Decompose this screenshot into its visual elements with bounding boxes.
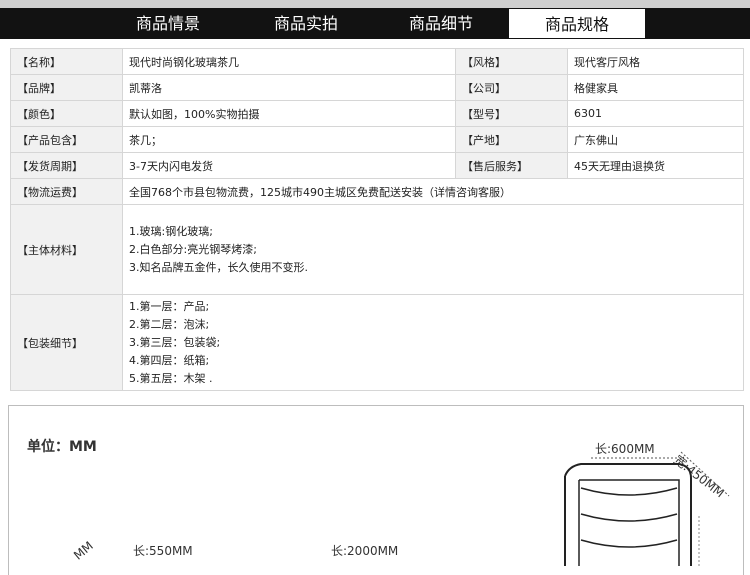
spec-value: 3-7天内闪电发货 (122, 152, 456, 179)
table-row: 【物流运费】 全国768个市县包物流费，125城市490主城区免费配送安装（详情… (10, 178, 744, 205)
spec-value: 凯蒂洛 (122, 74, 456, 101)
spec-key: 【产地】 (455, 126, 568, 153)
list-item: 3.第三层：包装袋; (129, 335, 221, 349)
list-item: 1.第一层：产品; (129, 299, 210, 313)
tab-photos[interactable]: 商品实拍 (256, 8, 356, 39)
spec-key: 【物流运费】 (10, 178, 123, 205)
list-item: 2.第二层：泡沫; (129, 317, 210, 331)
list-item: 4.第四层：纸箱; (129, 353, 210, 367)
spec-value: 现代客厅风格 (567, 48, 744, 75)
tab-bar: 商品情景 商品实拍 商品细节 商品规格 (0, 8, 750, 39)
list-item: 3.知名品牌五金件，长久使用不变形. (129, 260, 308, 274)
table-row: 【产品包含】 茶几； 【产地】 广东佛山 (10, 126, 744, 153)
spec-value: 茶几； (122, 126, 456, 153)
spec-key: 【发货周期】 (10, 152, 123, 179)
furniture-drawing (564, 451, 730, 566)
tab-specs[interactable]: 商品规格 (508, 8, 646, 39)
top-strip (0, 0, 750, 8)
spec-value: 广东佛山 (567, 126, 744, 153)
spec-key: 【公司】 (455, 74, 568, 101)
drawer-line (580, 539, 678, 548)
spec-value: 45天无理由退换货 (567, 152, 744, 179)
tab-details[interactable]: 商品细节 (391, 8, 491, 39)
table-row: 【品牌】 凯蒂洛 【公司】 格健家具 (10, 74, 744, 101)
table-row: 【名称】 现代时尚钢化玻璃茶几 【风格】 现代客厅风格 (10, 48, 744, 75)
spec-value: 全国768个市县包物流费，125城市490主城区免费配送安装（详情咨询客服） (122, 178, 744, 205)
spec-value: 现代时尚钢化玻璃茶几 (122, 48, 456, 75)
drawer-line (580, 513, 678, 522)
spec-key: 【颜色】 (10, 100, 123, 127)
cabinet-inner (579, 479, 680, 566)
list-item: 5.第五层：木架 . (129, 371, 213, 385)
list-item: 1.玻璃:钢化玻璃; (129, 224, 213, 238)
spec-key: 【风格】 (455, 48, 568, 75)
list-item: 2.白色部分:亮光钢琴烤漆; (129, 242, 257, 256)
table-row: 【包装细节】 1.第一层：产品; 2.第二层：泡沫; 3.第三层：包装袋; 4.… (10, 294, 744, 391)
spec-key: 【主体材料】 (10, 204, 123, 295)
table-row: 【发货周期】 3-7天内闪电发货 【售后服务】 45天无理由退换货 (10, 152, 744, 179)
spec-key: 【型号】 (455, 100, 568, 127)
spec-value: 6301 (567, 100, 744, 127)
table-row: 【主体材料】 1.玻璃:钢化玻璃; 2.白色部分:亮光钢琴烤漆; 3.知名品牌五… (10, 204, 744, 295)
spec-key: 【名称】 (10, 48, 123, 75)
spec-key: 【产品包含】 (10, 126, 123, 153)
dimension-line (680, 451, 730, 497)
spec-value: 格健家具 (567, 74, 744, 101)
table-row: 【颜色】 默认如图，100%实物拍摄 【型号】 6301 (10, 100, 744, 127)
spec-value: 默认如图，100%实物拍摄 (122, 100, 456, 127)
drawer-line (580, 487, 678, 496)
tab-scene[interactable]: 商品情景 (118, 8, 218, 39)
spec-key: 【售后服务】 (455, 152, 568, 179)
spec-key: 【品牌】 (10, 74, 123, 101)
spec-value-list: 1.第一层：产品; 2.第二层：泡沫; 3.第三层：包装袋; 4.第四层：纸箱;… (122, 294, 744, 391)
dimension-panel: 单位：MM 长:600MM 宽:450MM 长:550MM 长:2000MM M… (8, 405, 744, 575)
spec-value-list: 1.玻璃:钢化玻璃; 2.白色部分:亮光钢琴烤漆; 3.知名品牌五金件，长久使用… (122, 204, 744, 295)
spec-key: 【包装细节】 (10, 294, 123, 391)
spec-table: 【名称】 现代时尚钢化玻璃茶几 【风格】 现代客厅风格 【品牌】 凯蒂洛 【公司… (10, 48, 744, 391)
